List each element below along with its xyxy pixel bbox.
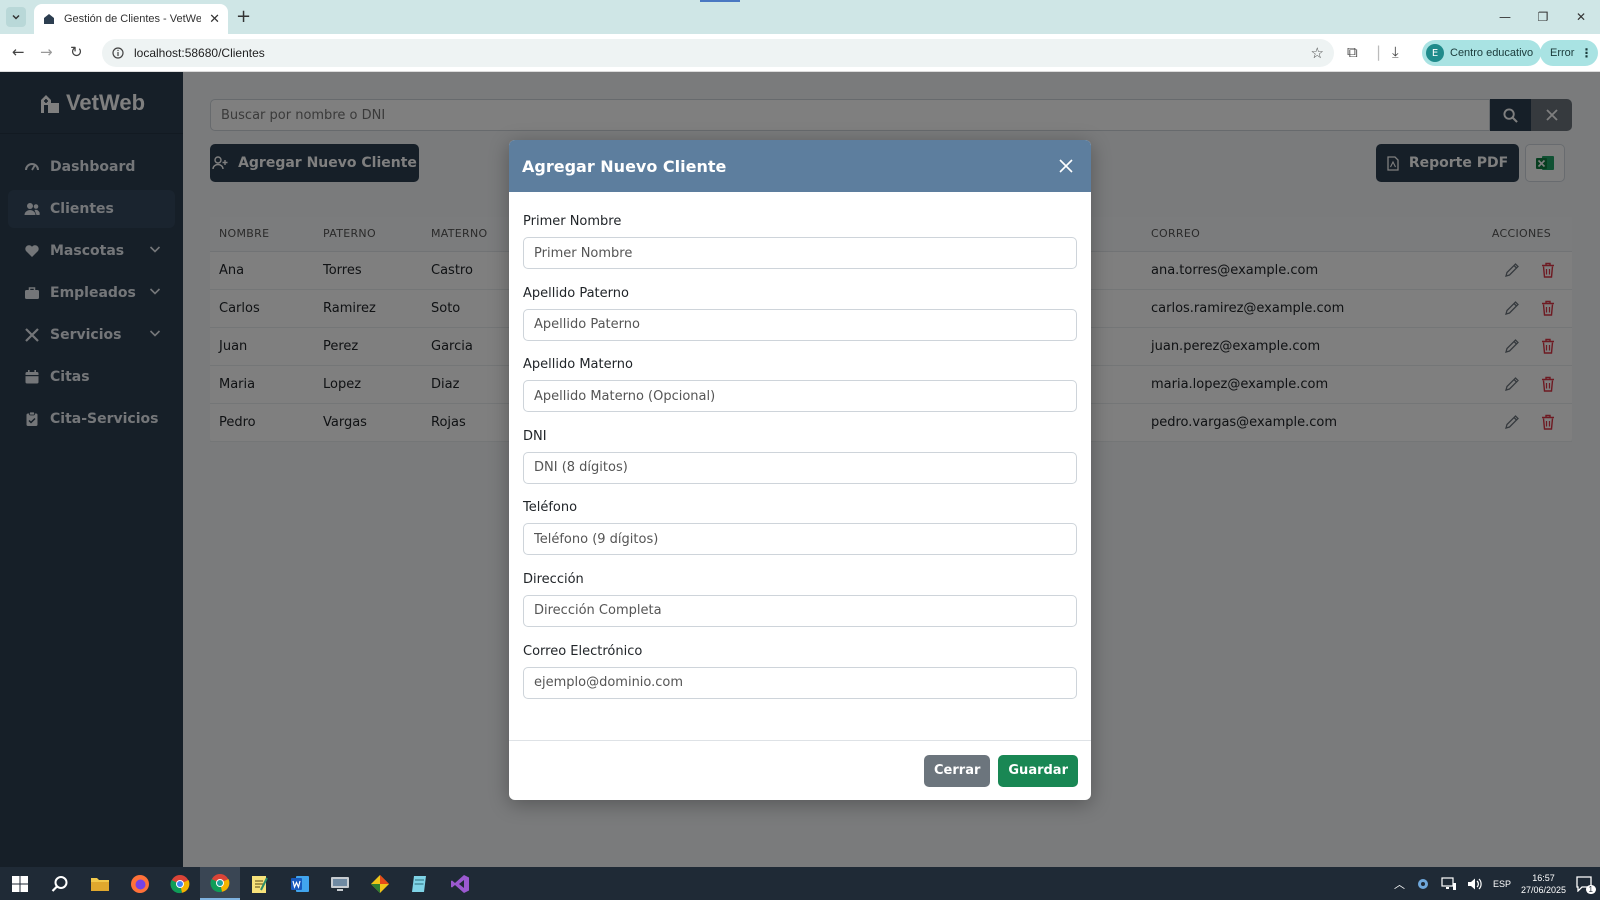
network-icon[interactable]	[1441, 876, 1457, 891]
taskbar-git-app[interactable]	[360, 867, 400, 900]
form-group-apellido-materno: Apellido Materno	[523, 357, 1077, 429]
taskbar-chrome-active[interactable]	[200, 867, 240, 900]
reload-icon[interactable]: ↻	[70, 43, 83, 61]
form-group-apellido-paterno: Apellido Paterno	[523, 286, 1077, 358]
field-label: Primer Nombre	[523, 214, 622, 229]
browser-tab-strip: Gestión de Clientes - VetWeb ✕ + — ❐ ✕	[0, 0, 1600, 34]
field-label: Correo Electrónico	[523, 643, 643, 659]
taskbar-notes-app[interactable]	[400, 867, 440, 900]
modal-title: Agregar Nuevo Cliente	[522, 156, 727, 176]
field-label: Apellido Paterno	[523, 285, 629, 301]
window-close-button[interactable]: ✕	[1562, 0, 1600, 34]
cloud-sync-icon[interactable]	[1415, 878, 1431, 890]
profile-chip[interactable]: E Centro educativo	[1422, 40, 1542, 66]
notes-icon	[412, 875, 426, 892]
monitor-icon	[331, 876, 349, 891]
field-label: DNI	[523, 428, 547, 444]
taskbar-word[interactable]	[280, 867, 320, 900]
apellido-materno-input[interactable]	[523, 380, 1077, 413]
kebab-menu-icon[interactable]: ⋮	[1580, 46, 1592, 60]
tab-close-icon[interactable]: ✕	[209, 12, 220, 27]
extensions-icon[interactable]: ⧉	[1347, 43, 1358, 61]
url-text: localhost:58680/Clientes	[134, 46, 265, 60]
tab-indicator	[700, 0, 740, 2]
taskbar-chrome-profile[interactable]	[160, 867, 200, 900]
volume-icon[interactable]	[1467, 877, 1483, 891]
taskbar-search-button[interactable]	[40, 867, 80, 900]
taskbar-utility-app[interactable]	[320, 867, 360, 900]
folder-icon	[91, 877, 109, 891]
git-diamond-icon	[371, 874, 389, 893]
windows-logo-icon	[12, 875, 28, 892]
close-icon	[1059, 159, 1073, 173]
modal-close-button[interactable]	[1054, 154, 1078, 178]
site-info-icon[interactable]	[112, 47, 124, 59]
word-icon	[291, 875, 309, 892]
error-menu-chip[interactable]: Error ⋮	[1540, 40, 1599, 66]
minimize-button[interactable]: —	[1486, 0, 1524, 34]
form-group-correo: Correo Electrónico	[523, 644, 1077, 716]
search-icon	[51, 875, 68, 892]
modal-body: Primer Nombre Apellido Paterno Apellido …	[509, 192, 1091, 715]
form-group-telefono: Teléfono	[523, 500, 1077, 572]
restore-button[interactable]: ❐	[1524, 0, 1562, 34]
field-label: Teléfono	[523, 500, 578, 516]
start-button[interactable]	[0, 867, 40, 900]
taskbar-editor-app[interactable]	[240, 867, 280, 900]
window-controls: — ❐ ✕	[1486, 0, 1600, 34]
cerrar-button[interactable]: Cerrar	[924, 754, 991, 787]
back-arrow-icon[interactable]: ←	[12, 43, 25, 61]
download-icon[interactable]: ⤓	[1392, 43, 1399, 61]
telefono-input[interactable]	[523, 523, 1077, 556]
profile-label: Centro educativo	[1450, 47, 1534, 59]
direccion-input[interactable]	[523, 594, 1077, 627]
language-indicator[interactable]: ESP	[1493, 879, 1511, 889]
add-client-modal: Agregar Nuevo Cliente Primer Nombre Apel…	[509, 140, 1091, 800]
form-group-direccion: Dirección	[523, 572, 1077, 644]
browser-toolbar: ← → ↻ localhost:58680/Clientes ☆ ⧉ | ⤓ E…	[0, 34, 1600, 72]
visual-studio-icon	[451, 874, 469, 893]
field-label: Apellido Materno	[523, 357, 633, 373]
clock-time: 16:57	[1532, 872, 1555, 883]
taskbar-firefox[interactable]	[120, 867, 160, 900]
toolbar-divider: |	[1376, 43, 1382, 61]
modal-footer: Cerrar Guardar	[509, 740, 1091, 800]
chevron-down-icon	[12, 14, 20, 20]
form-group-primer-nombre: Primer Nombre	[523, 214, 1077, 286]
apellido-paterno-input[interactable]	[523, 308, 1077, 341]
modal-header: Agregar Nuevo Cliente	[509, 140, 1091, 192]
profile-avatar: E	[1426, 44, 1444, 62]
browser-tab-active[interactable]: Gestión de Clientes - VetWeb ✕	[34, 4, 228, 34]
address-bar[interactable]: localhost:58680/Clientes ☆	[102, 39, 1334, 67]
correo-input[interactable]	[523, 666, 1077, 699]
form-group-dni: DNI	[523, 429, 1077, 501]
guardar-button[interactable]: Guardar	[998, 754, 1078, 787]
notification-center-button[interactable]: 1	[1576, 875, 1596, 894]
new-tab-button[interactable]: +	[236, 6, 251, 27]
system-tray: ︿ ESP 16:57 27/06/2025 1	[1394, 867, 1600, 900]
field-label: Dirección	[523, 571, 584, 587]
taskbar-visual-studio[interactable]	[440, 867, 480, 900]
chrome-icon	[170, 874, 190, 893]
site-favicon-icon	[44, 14, 54, 24]
primer-nombre-input[interactable]	[523, 237, 1077, 269]
bookmark-star-icon[interactable]: ☆	[1311, 44, 1324, 62]
chevron-up-icon[interactable]: ︿	[1394, 876, 1405, 892]
tab-title: Gestión de Clientes - VetWeb	[64, 13, 202, 25]
error-label: Error	[1550, 47, 1575, 59]
system-clock[interactable]: 16:57 27/06/2025	[1521, 872, 1566, 896]
dni-input[interactable]	[523, 451, 1077, 484]
firefox-icon	[131, 874, 149, 893]
notification-count-badge: 1	[1585, 884, 1596, 894]
taskbar-file-explorer[interactable]	[80, 867, 120, 900]
chrome-icon	[210, 873, 230, 892]
forward-arrow-icon[interactable]: →	[40, 43, 53, 61]
windows-taskbar: ︿ ESP 16:57 27/06/2025 1	[0, 867, 1600, 900]
clock-date: 27/06/2025	[1520, 884, 1566, 895]
notepad-icon	[252, 875, 268, 893]
tab-search-button[interactable]	[6, 7, 26, 27]
